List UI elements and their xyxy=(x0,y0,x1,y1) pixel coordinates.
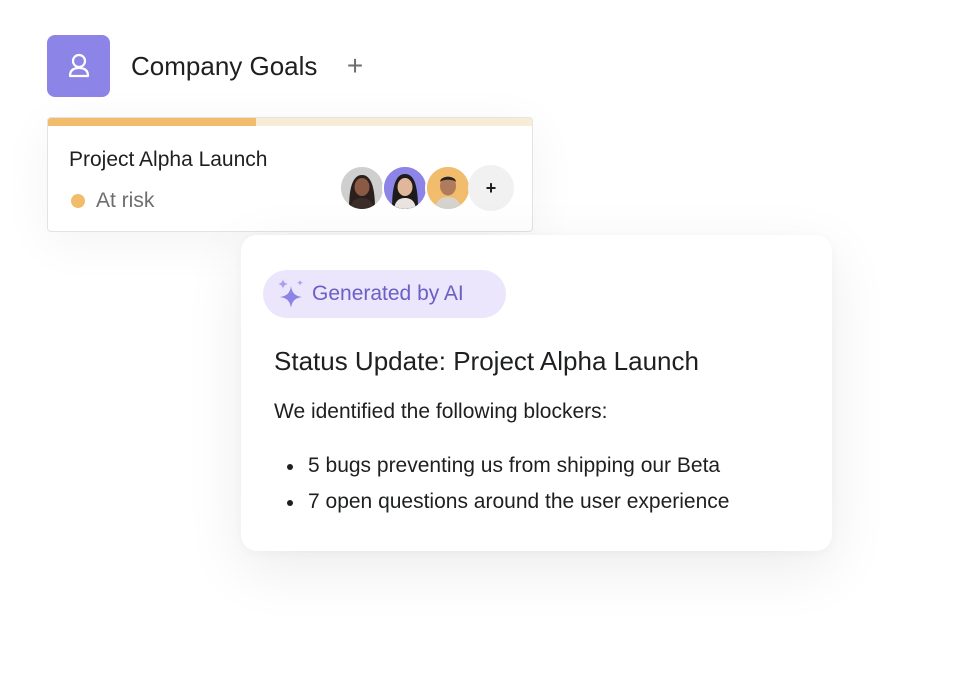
status-dot xyxy=(71,194,85,208)
avatar-woman-1[interactable] xyxy=(339,165,385,211)
avatar-woman-1-image xyxy=(341,167,383,209)
status-update-intro: We identified the following blockers: xyxy=(274,400,608,423)
blocker-item: 5 bugs preventing us from shipping our B… xyxy=(274,452,729,488)
status-update-title: Status Update: Project Alpha Launch xyxy=(274,346,699,376)
avatar-woman-2[interactable] xyxy=(382,165,428,211)
project-name[interactable]: Project Alpha Launch xyxy=(69,146,267,174)
project-card[interactable]: Project Alpha Launch At risk + xyxy=(47,117,533,232)
avatar-man-image xyxy=(427,167,469,209)
ai-badge-label: Generated by AI xyxy=(312,282,464,305)
sparkle-icon xyxy=(278,279,303,308)
status-text: At risk xyxy=(96,189,155,212)
progress-track xyxy=(48,118,532,126)
add-goal-button[interactable]: + xyxy=(343,51,367,81)
progress-fill xyxy=(48,118,257,126)
goal-icon-tile[interactable] xyxy=(47,35,110,97)
goal-person-icon xyxy=(68,53,89,78)
blocker-item: 7 open questions around the user experie… xyxy=(274,488,729,524)
page-title: Company Goals xyxy=(131,51,318,81)
blocker-list: 5 bugs preventing us from shipping our B… xyxy=(274,452,729,524)
ai-badge: Generated by AI xyxy=(263,270,506,318)
avatar-woman-2-image xyxy=(384,167,426,209)
avatar-man[interactable] xyxy=(425,165,471,211)
ai-status-card: Generated by AI Status Update: Project A… xyxy=(241,235,832,551)
add-member-button[interactable]: + xyxy=(468,165,514,211)
